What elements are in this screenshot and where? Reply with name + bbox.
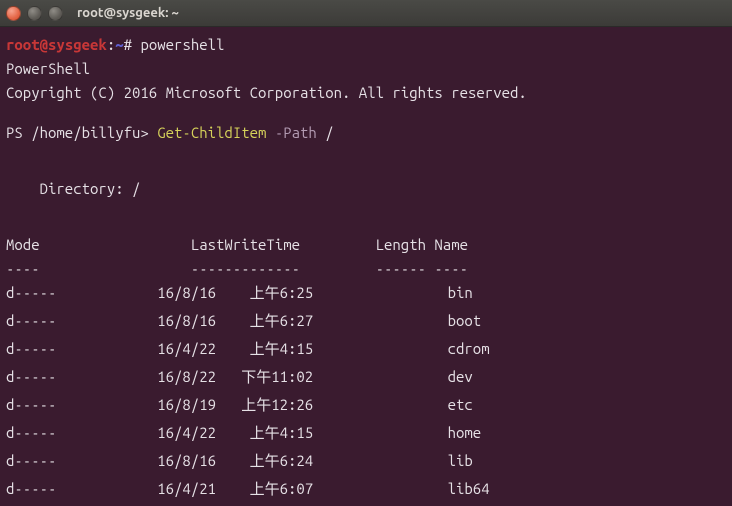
table-row: d----- 16/8/19 上午12:26 etc: [6, 393, 726, 417]
table-row: d----- 16/4/22 上午4:15 cdrom: [6, 337, 726, 361]
column-headers: Mode LastWriteTime Length Name: [6, 233, 726, 257]
shell-prompt-line: root@sysgeek:~# powershell: [6, 33, 726, 57]
maximize-icon[interactable]: [48, 6, 63, 21]
prompt-symbol: #: [124, 36, 132, 53]
ps-arg: /: [325, 124, 333, 141]
column-dashes: ---- ------------- ------ ----: [6, 257, 726, 281]
table-row: d----- 16/8/16 上午6:25 bin: [6, 281, 726, 305]
close-icon[interactable]: [6, 6, 21, 21]
table-row: d----- 16/8/22 下午11:02 dev: [6, 365, 726, 389]
prompt-cwd: ~: [115, 36, 123, 53]
ps-prompt-line: PS /home/billyfu> Get-ChildItem -Path /: [6, 121, 726, 145]
terminal-body[interactable]: root@sysgeek:~# powershell PowerShell Co…: [0, 27, 732, 505]
banner-line2: Copyright (C) 2016 Microsoft Corporation…: [6, 81, 726, 105]
prompt-user: root: [6, 36, 40, 53]
directory-header: Directory: /: [6, 177, 726, 201]
window-title: root@sysgeek: ~: [77, 6, 179, 20]
prompt-host: sysgeek: [48, 36, 107, 53]
ps-prompt: PS /home/billyfu>: [6, 124, 149, 141]
table-row: d----- 16/8/16 上午6:27 boot: [6, 309, 726, 333]
listing-rows: d----- 16/8/16 上午6:25 bin d----- 16/8/16 …: [6, 281, 726, 505]
banner-line1: PowerShell: [6, 57, 726, 81]
table-row: d----- 16/4/22 上午4:15 home: [6, 421, 726, 445]
shell-command: powershell: [140, 36, 224, 53]
table-row: d----- 16/8/16 上午6:24 lib: [6, 449, 726, 473]
ps-cmdlet: Get-ChildItem: [157, 124, 266, 141]
minimize-icon[interactable]: [27, 6, 42, 21]
table-row: d----- 16/4/21 上午6:07 lib64: [6, 477, 726, 501]
window-titlebar: root@sysgeek: ~: [0, 0, 732, 27]
ps-param: -Path: [275, 124, 317, 141]
